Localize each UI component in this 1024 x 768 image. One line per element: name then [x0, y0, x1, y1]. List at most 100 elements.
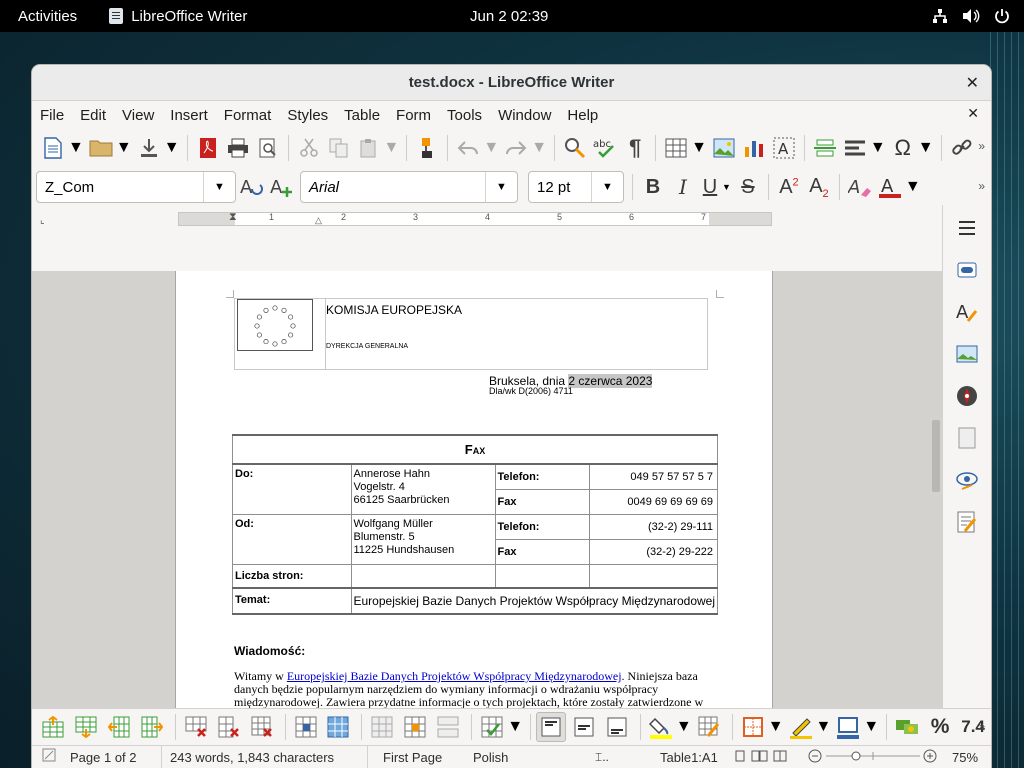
document-page[interactable]: KOMISJA EUROPEJSKA DYREKCJA GENERALNA Br…	[175, 271, 773, 719]
view-layout-icons[interactable]	[732, 749, 788, 766]
formatting-marks-button[interactable]: ¶	[620, 133, 650, 163]
from-fax-cell[interactable]: (32-2) 29-222	[588, 539, 718, 565]
horizontal-ruler[interactable]: 1 2 3 4 5 6 7 ⧗ △	[178, 211, 772, 226]
indent-marker[interactable]: ⧗	[229, 211, 237, 224]
chevron-down-icon[interactable]: ▼	[68, 139, 84, 157]
open-button[interactable]: ▼	[86, 133, 132, 163]
activities-button[interactable]: Activities	[18, 8, 77, 25]
sidebar-gallery-button[interactable]	[952, 339, 982, 369]
insert-field-button[interactable]: ▼	[840, 133, 886, 163]
merge-cells-button[interactable]	[367, 712, 397, 742]
window-close-icon[interactable]: ✕	[966, 73, 979, 93]
empty-cell[interactable]	[588, 564, 718, 589]
chevron-down-icon[interactable]: ▼	[870, 139, 886, 157]
toolbar-overflow-icon[interactable]: »	[978, 139, 985, 153]
pages-value-cell[interactable]	[350, 564, 496, 589]
chevron-down-icon[interactable]: ▼	[816, 718, 832, 736]
font-color-button[interactable]: A ▼	[875, 172, 921, 202]
fax-table[interactable]: Fax Do: Annerose Hahn Vogelstr. 4 66125 …	[232, 434, 718, 615]
undo-button[interactable]: ▼	[453, 133, 499, 163]
delete-table-button[interactable]	[247, 712, 277, 742]
zoom-slider[interactable]	[808, 748, 938, 767]
font-name-combo[interactable]: Arial ▼	[300, 171, 518, 203]
delete-rows-button[interactable]	[181, 712, 211, 742]
underline-button[interactable]: U ▼	[698, 172, 731, 202]
fax-title[interactable]: Fax	[232, 434, 718, 465]
insert-chart-button[interactable]	[739, 133, 769, 163]
tab-stop-selector[interactable]: ⌞	[40, 215, 45, 226]
optimize-size-button[interactable]: ▼	[477, 712, 523, 742]
from-phone-cell[interactable]: (32-2) 29-111	[588, 514, 718, 540]
word-count-status[interactable]: 243 words, 1,843 characters	[170, 750, 334, 765]
insert-columns-before-button[interactable]	[104, 712, 134, 742]
menu-window[interactable]: Window	[490, 107, 559, 124]
chevron-down-icon[interactable]: ▼	[768, 718, 784, 736]
system-tray[interactable]	[932, 8, 1010, 24]
date-field[interactable]: 2 czerwca 2023	[568, 374, 653, 388]
to-label-cell[interactable]: Do:	[232, 463, 352, 515]
insert-hyperlink-button[interactable]	[947, 133, 977, 163]
language-status[interactable]: Polish	[473, 750, 508, 765]
chevron-down-icon[interactable]: ▼	[116, 139, 132, 157]
menu-insert[interactable]: Insert	[162, 107, 216, 124]
menu-file[interactable]: File	[32, 107, 72, 124]
select-table-button[interactable]	[324, 712, 354, 742]
table-properties-button[interactable]	[694, 712, 724, 742]
menu-styles[interactable]: Styles	[279, 107, 336, 124]
chevron-down-icon[interactable]: ▼	[691, 139, 707, 157]
chevron-down-icon[interactable]: ▼	[918, 139, 934, 157]
zoom-level[interactable]: 75%	[952, 750, 978, 765]
chevron-down-icon[interactable]: ▼	[507, 718, 523, 736]
sidebar-navigator-button[interactable]	[952, 381, 982, 411]
insert-mode-icon[interactable]: ⌶..	[595, 750, 609, 765]
border-style-button[interactable]: ▼	[786, 712, 832, 742]
document-canvas[interactable]: KOMISJA EUROPEJSKA DYREKCJA GENERALNA Br…	[32, 271, 950, 719]
page-number-status[interactable]: Page 1 of 2	[70, 750, 137, 765]
menu-view[interactable]: View	[114, 107, 162, 124]
insert-table-button[interactable]: ▼	[661, 133, 707, 163]
insert-textbox-button[interactable]: A	[769, 133, 799, 163]
paragraph-style-combo[interactable]: Z_Com ▼	[36, 171, 236, 203]
align-top-button[interactable]	[536, 711, 567, 742]
strikethrough-button[interactable]: S	[733, 172, 763, 202]
database-link[interactable]: Europejskiej Bazie Danych Projektów Wspó…	[287, 669, 622, 683]
save-button[interactable]: ▼	[134, 133, 180, 163]
chevron-down-icon[interactable]: ▼	[485, 172, 517, 202]
print-button[interactable]	[223, 133, 253, 163]
insert-special-character-button[interactable]: Ω ▼	[888, 133, 934, 163]
sidebar-menu-button[interactable]	[952, 213, 982, 243]
from-address-cell[interactable]: Wolfgang Müller Blumenstr. 5 11225 Hunds…	[350, 514, 496, 565]
message-body[interactable]: Witamy w Europejskiej Bazie Danych Proje…	[234, 670, 712, 709]
to-phone-cell[interactable]: 049 57 57 57 5 7	[588, 463, 718, 490]
font-size-combo[interactable]: 12 pt ▼	[528, 171, 624, 203]
from-phone-label-cell[interactable]: Telefon:	[494, 514, 590, 540]
to-fax-label-cell[interactable]: Fax	[494, 489, 590, 515]
empty-cell[interactable]	[494, 564, 590, 589]
chevron-down-icon[interactable]: ▼	[905, 178, 921, 196]
sidebar-styles-button[interactable]: A	[952, 297, 982, 327]
toolbar-overflow-icon[interactable]: »	[978, 719, 985, 733]
border-color-button[interactable]: ▼	[833, 712, 879, 742]
chevron-down-icon[interactable]: ▼	[863, 718, 879, 736]
export-pdf-button[interactable]	[193, 133, 223, 163]
italic-button[interactable]: I	[668, 172, 698, 202]
from-label-cell[interactable]: Od:	[232, 514, 352, 565]
bold-button[interactable]: B	[638, 172, 668, 202]
table-cell-background-button[interactable]: ▼	[646, 712, 692, 742]
insert-columns-after-button[interactable]	[137, 712, 167, 742]
chevron-down-icon[interactable]: ▼	[531, 139, 547, 157]
menu-form[interactable]: Form	[388, 107, 439, 124]
pages-label-cell[interactable]: Liczba stron:	[232, 564, 352, 589]
table-cell-status[interactable]: Table1:A1	[660, 750, 718, 765]
to-phone-label-cell[interactable]: Telefon:	[494, 463, 590, 490]
menu-table[interactable]: Table	[336, 107, 388, 124]
chevron-down-icon[interactable]: ▼	[483, 139, 499, 157]
sidebar-properties-button[interactable]	[952, 255, 982, 285]
insert-rows-above-button[interactable]	[38, 712, 68, 742]
clone-formatting-button[interactable]	[412, 133, 442, 163]
align-center-vertically-button[interactable]	[569, 712, 599, 742]
page-style-status[interactable]: First Page	[383, 750, 442, 765]
app-menu[interactable]: LibreOffice Writer	[109, 8, 247, 25]
new-style-button[interactable]: A	[266, 172, 296, 202]
clock[interactable]: Jun 2 02:39	[470, 8, 548, 25]
